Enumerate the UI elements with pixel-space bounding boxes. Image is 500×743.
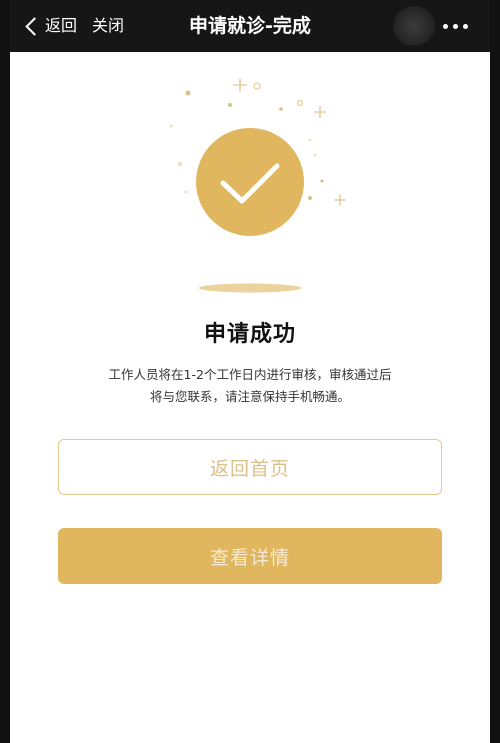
blurred-avatar <box>393 6 435 46</box>
frame-left-edge <box>0 0 10 743</box>
check-circle-icon <box>169 78 346 293</box>
result-title: 申请成功 <box>203 322 296 347</box>
result-description-line-2: 将与您联系，请注意保持手机畅通。 <box>149 389 350 404</box>
result-description-line-1: 工作人员将在1-2个工作日内进行审核，审核通过后 <box>108 367 392 382</box>
view-details-button[interactable]: 查看详情 <box>58 528 442 584</box>
back-home-button[interactable]: 返回首页 <box>58 439 442 495</box>
frame-right-edge <box>490 0 500 743</box>
navbar: 返回 关闭 申请就诊-完成 <box>10 0 490 52</box>
result-description: 工作人员将在1-2个工作日内进行审核，审核通过后 将与您联系，请注意保持手机畅通… <box>80 364 420 408</box>
more-dots-icon[interactable] <box>443 24 468 29</box>
success-illustration <box>150 70 350 300</box>
